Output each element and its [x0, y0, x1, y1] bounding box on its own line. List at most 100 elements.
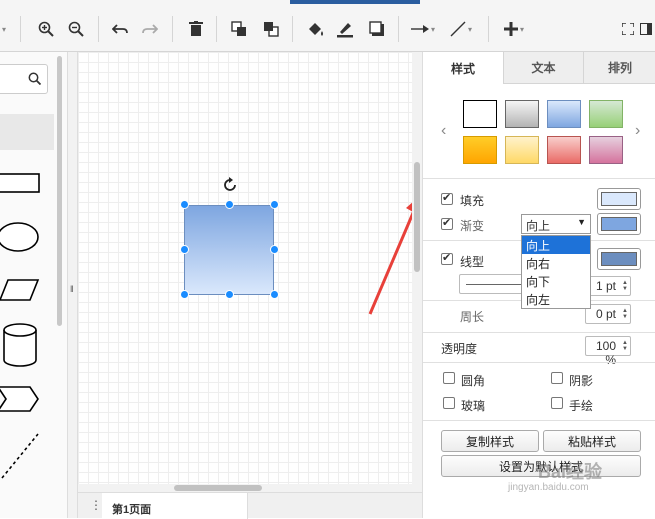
style-swatch-gray[interactable] — [505, 100, 539, 128]
cylinder-shape[interactable] — [2, 322, 38, 368]
page-tab[interactable]: 第1页面 — [102, 493, 248, 519]
rounded-label: 圆角 — [461, 374, 486, 388]
resize-handle[interactable] — [180, 200, 189, 209]
resize-handle[interactable] — [225, 290, 234, 299]
line-checkbox[interactable] — [441, 251, 453, 265]
dropdown-option-left[interactable]: 向左 — [522, 290, 590, 308]
format-tabs: 样式 文本 排列 — [423, 52, 655, 84]
resize-handle[interactable] — [180, 290, 189, 299]
zoom-out-icon[interactable] — [66, 18, 86, 40]
fill-color-icon[interactable] — [304, 18, 326, 40]
format-panel-toggle-icon[interactable] — [638, 18, 654, 40]
waypoints-icon[interactable]: ▾ — [446, 18, 476, 40]
tab-arrange[interactable]: 排列 — [583, 52, 655, 84]
toolbar-divider — [172, 16, 173, 42]
step-shape[interactable] — [0, 384, 42, 414]
shadow-checkbox[interactable] — [551, 372, 563, 384]
canvas-vertical-scrollbar[interactable] — [412, 52, 422, 492]
search-icon[interactable] — [28, 72, 42, 88]
resize-handle[interactable] — [270, 290, 279, 299]
fullscreen-icon[interactable] — [620, 18, 636, 40]
copy-style-button[interactable]: 复制样式 — [441, 430, 539, 452]
resize-handle[interactable] — [225, 200, 234, 209]
sidebar-scrollbar[interactable] — [57, 56, 62, 326]
diagram-canvas[interactable] — [78, 52, 422, 492]
rotate-handle-icon[interactable] — [221, 176, 239, 194]
connection-arrow-icon[interactable]: ▾ — [408, 18, 438, 40]
line-width-input[interactable]: 1 pt ▲ ▼ — [585, 276, 631, 296]
style-swatch-orange[interactable] — [463, 136, 497, 164]
resize-handle[interactable] — [180, 245, 189, 254]
chevron-right-icon[interactable]: › — [635, 122, 640, 140]
toolbar-divider — [216, 16, 217, 42]
perimeter-value: 0 pt — [595, 307, 616, 321]
line-color-preview — [601, 252, 637, 266]
scrollbar-thumb[interactable] — [174, 485, 262, 491]
glass-checkbox[interactable] — [443, 397, 455, 409]
ellipse-shape[interactable] — [0, 220, 42, 254]
dropdown-option-up[interactable]: 向上 — [522, 236, 590, 254]
shadow-label: 阴影 — [569, 374, 594, 388]
redo-icon[interactable] — [140, 18, 160, 40]
undo-icon[interactable] — [110, 18, 130, 40]
divider — [423, 332, 655, 333]
style-swatch-green[interactable] — [589, 100, 623, 128]
resize-handle[interactable] — [270, 245, 279, 254]
spinner-icon[interactable]: ▲ ▼ — [622, 280, 628, 292]
style-swatch-yellow[interactable] — [505, 136, 539, 164]
gradient-direction-select[interactable]: 向上 ▼ — [521, 214, 591, 234]
resize-handle[interactable] — [270, 200, 279, 209]
sketch-label: 手绘 — [569, 399, 594, 413]
toolbar-divider — [20, 16, 21, 42]
style-swatch-purple[interactable] — [589, 136, 623, 164]
fill-color-preview — [601, 192, 637, 206]
style-swatch-blue[interactable] — [547, 100, 581, 128]
to-front-icon[interactable] — [228, 18, 250, 40]
to-back-icon[interactable] — [260, 18, 282, 40]
gradient-color-button[interactable] — [597, 213, 641, 235]
dropdown-arrow-icon: ▼ — [577, 217, 586, 227]
line-color-button[interactable] — [597, 248, 641, 270]
splitter-grip-icon[interactable]: ‖ — [70, 284, 74, 294]
dashed-line-shape[interactable] — [0, 432, 40, 482]
paste-style-button[interactable]: 粘贴样式 — [543, 430, 641, 452]
style-swatch-red[interactable] — [547, 136, 581, 164]
opacity-input[interactable]: 100 % ▲ ▼ — [585, 336, 631, 367]
search-input[interactable] — [0, 64, 48, 94]
menu-caret-icon[interactable]: ▾ — [0, 18, 6, 40]
delete-icon[interactable] — [186, 18, 206, 40]
parallelogram-shape[interactable] — [0, 276, 42, 304]
canvas-horizontal-scrollbar[interactable] — [78, 484, 412, 492]
sidebar-splitter[interactable]: ‖ — [68, 52, 78, 518]
toolbar: ▾ ▾ ▾ ▾ — [0, 0, 655, 52]
dropdown-option-down[interactable]: 向下 — [522, 272, 590, 290]
fill-checkbox[interactable] — [441, 191, 453, 205]
zoom-in-icon[interactable] — [36, 18, 56, 40]
perimeter-input[interactable]: 0 pt ▲ ▼ — [585, 304, 631, 324]
spinner-icon[interactable]: ▲ ▼ — [622, 340, 628, 352]
rectangle-shape[interactable] — [0, 172, 42, 196]
selected-rectangle[interactable] — [184, 205, 274, 295]
style-swatch-white[interactable] — [463, 100, 497, 128]
insert-plus-icon[interactable]: ▾ — [498, 18, 530, 40]
dropdown-option-right[interactable]: 向右 — [522, 254, 590, 272]
sketch-checkbox[interactable] — [551, 397, 563, 409]
divider — [423, 178, 655, 179]
scrollbar-thumb[interactable] — [414, 162, 420, 272]
tab-text[interactable]: 文本 — [503, 52, 583, 84]
tab-style[interactable]: 样式 — [423, 52, 503, 84]
rounded-checkbox[interactable] — [443, 372, 455, 384]
line-color-icon[interactable] — [334, 18, 356, 40]
fill-color-button[interactable] — [597, 188, 641, 210]
toolbar-divider — [488, 16, 489, 42]
chevron-left-icon[interactable]: ‹ — [441, 122, 446, 140]
shadow-icon[interactable] — [366, 18, 388, 40]
gradient-color-preview — [601, 217, 637, 231]
gradient-label: 渐变 — [460, 219, 485, 233]
format-panel: 样式 文本 排列 ‹ › 填充 渐变 向上 ▼ 线型 1 pt ▲▼ 周长 0 … — [422, 52, 655, 518]
page-menu-icon[interactable]: ⋮ — [90, 498, 102, 512]
divider — [423, 420, 655, 421]
gradient-checkbox[interactable] — [441, 216, 453, 230]
spinner-icon[interactable]: ▲ ▼ — [622, 308, 628, 320]
shape-section-header[interactable] — [0, 114, 54, 150]
